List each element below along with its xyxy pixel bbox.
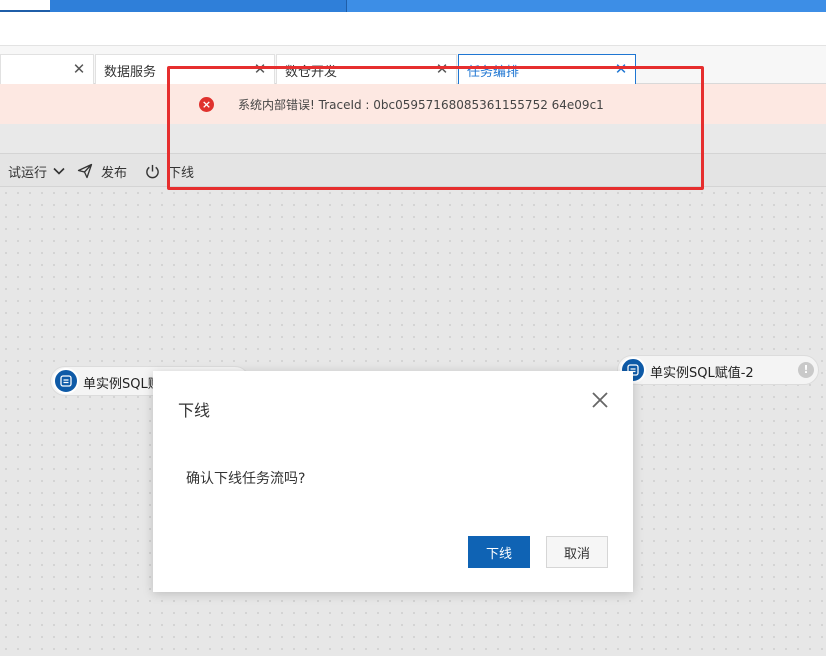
tab-label: 数仓开发 (285, 65, 338, 80)
sql-node-icon (53, 368, 79, 394)
dialog-message: 确认下线任务流吗? (186, 471, 306, 487)
tab-close-icon[interactable]: ✕ (434, 59, 450, 79)
warning-icon: ! (798, 362, 814, 378)
chevron-down-icon (53, 167, 65, 175)
header-divider (346, 0, 347, 12)
top-header-bar (0, 0, 826, 12)
tab-label: 数据服务 (104, 65, 157, 80)
tab-warehouse-dev[interactable]: 数仓开发 ✕ (276, 54, 457, 84)
tab-unnamed[interactable]: ✕ (0, 54, 94, 84)
close-icon[interactable] (591, 391, 609, 409)
publish-button[interactable]: 发布 (77, 161, 127, 181)
workflow-node[interactable]: 单实例SQL赋值-2 ! (617, 355, 819, 385)
error-message: 系统内部错误! TraceId : 0bc0595716808536115575… (238, 98, 604, 112)
header-middle-segment (50, 0, 346, 12)
workflow-toolbar: 试运行 发布 下线 (0, 153, 826, 187)
send-icon (77, 163, 93, 179)
tab-strip: ✕ 数据服务 ✕ 数仓开发 ✕ 任务编排 ✕ (0, 46, 826, 84)
trial-run-button[interactable]: 试运行 (8, 161, 65, 181)
tab-close-icon[interactable]: ✕ (613, 59, 629, 79)
tab-close-icon[interactable]: ✕ (71, 59, 87, 79)
error-notification: × 系统内部错误! TraceId : 0bc05957168085361155… (0, 84, 826, 124)
offline-button[interactable]: 下线 (145, 161, 194, 181)
tab-label: 任务编排 (467, 65, 520, 80)
offline-label: 下线 (168, 165, 195, 181)
dialog-title: 下线 (178, 401, 211, 420)
cancel-button[interactable]: 取消 (546, 536, 608, 568)
confirm-offline-button[interactable]: 下线 (468, 536, 530, 568)
node-label: 单实例SQL赋值-2 (650, 366, 754, 381)
tab-close-icon[interactable]: ✕ (252, 59, 268, 79)
close-circle-icon: × (199, 97, 214, 112)
secondary-header (0, 12, 826, 46)
confirm-dialog: 下线 确认下线任务流吗? 下线 取消 (153, 371, 633, 592)
tab-data-service[interactable]: 数据服务 ✕ (95, 54, 275, 84)
tab-task-orchestration[interactable]: 任务编排 ✕ (458, 54, 636, 84)
power-icon (146, 164, 159, 178)
publish-label: 发布 (101, 165, 128, 181)
trial-run-label: 试运行 (8, 165, 48, 181)
